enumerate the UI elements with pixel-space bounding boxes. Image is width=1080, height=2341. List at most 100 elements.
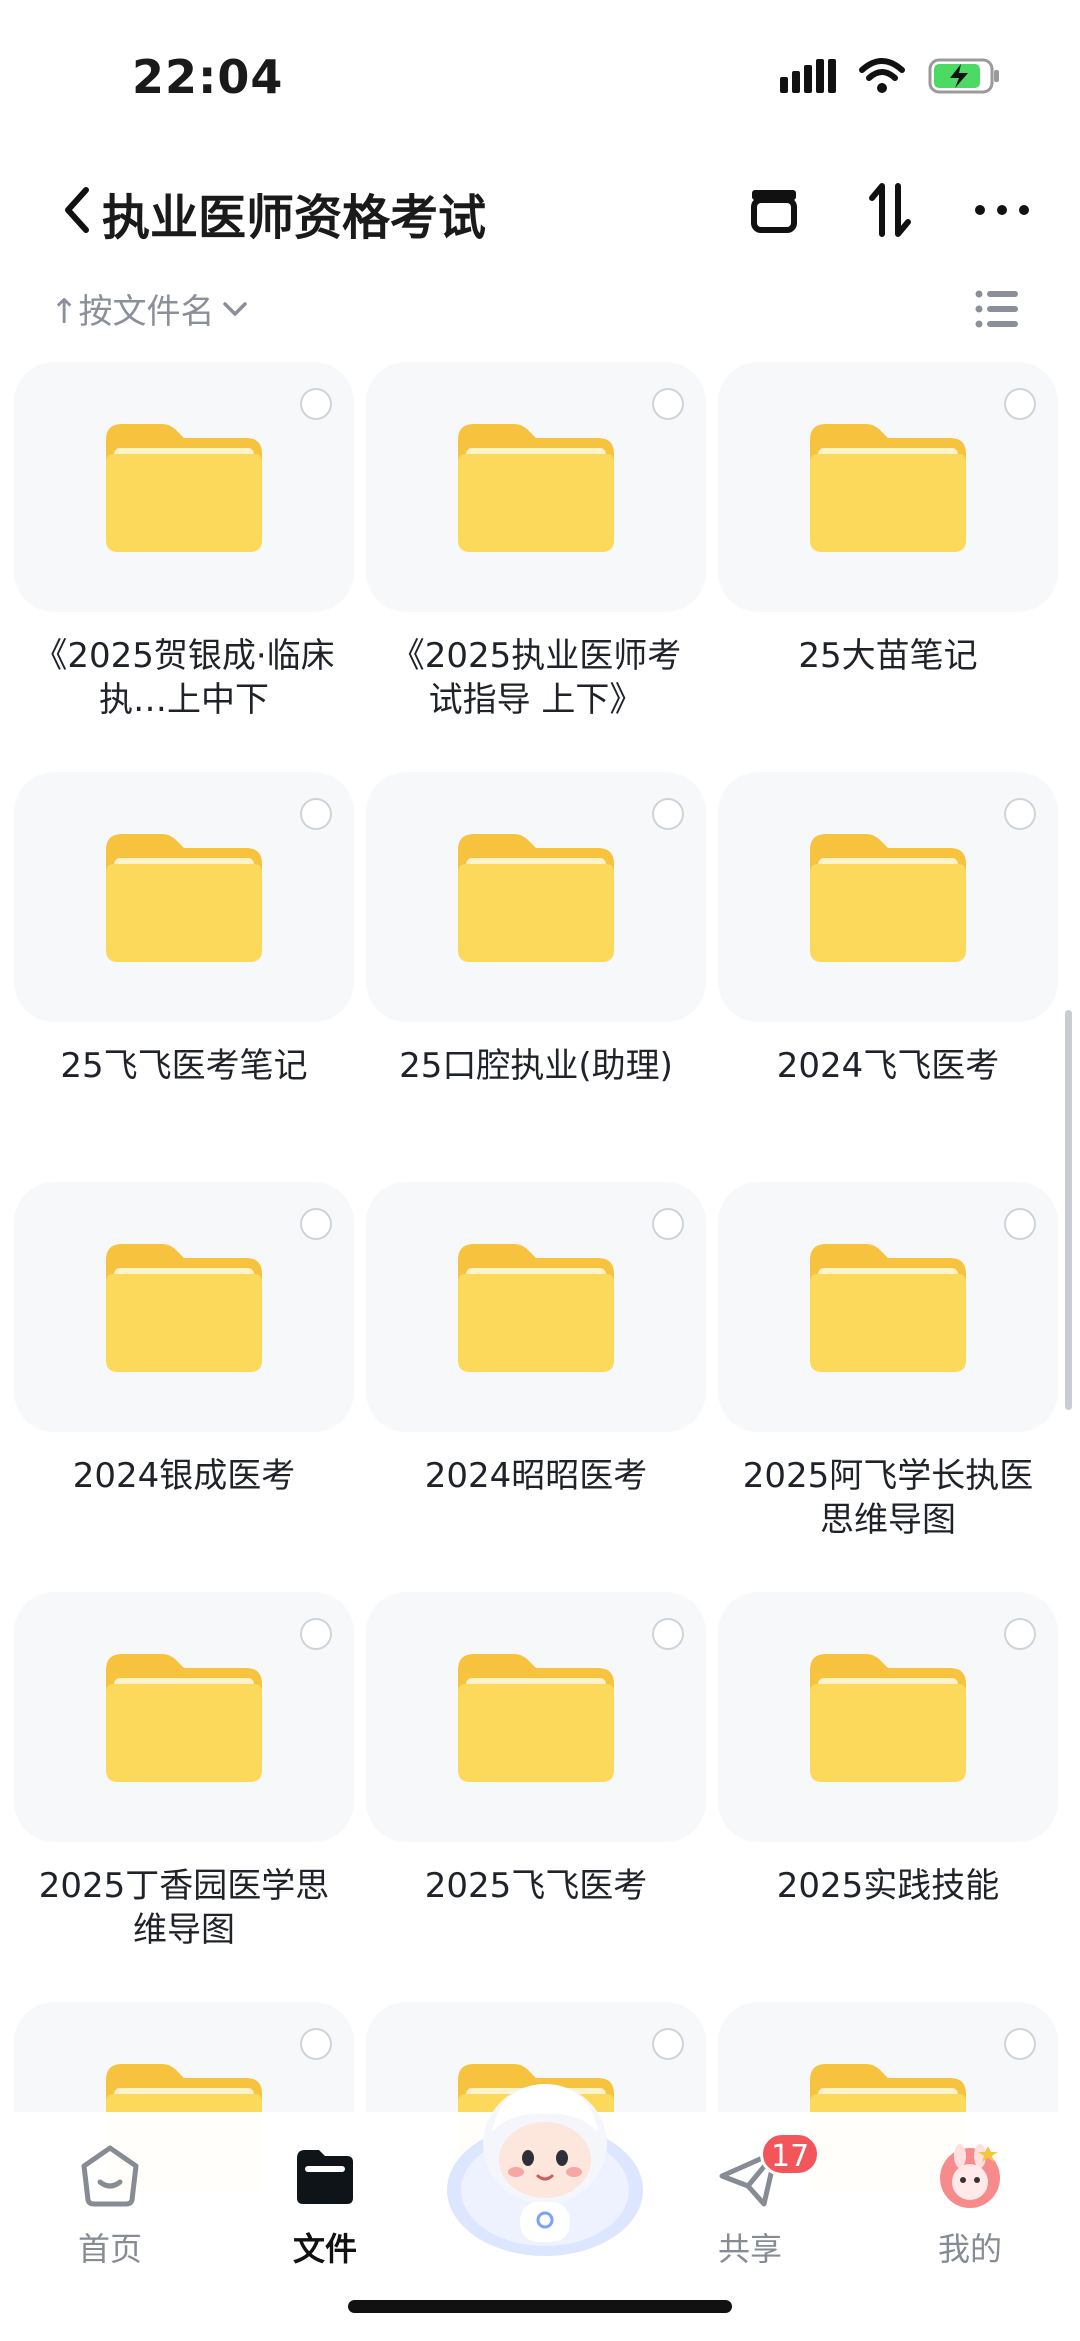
folder-card[interactable] bbox=[366, 1182, 706, 1432]
select-checkbox[interactable] bbox=[1004, 798, 1036, 830]
status-icons bbox=[780, 58, 1000, 94]
home-indicator bbox=[348, 2300, 732, 2313]
folder-card[interactable] bbox=[14, 362, 354, 612]
more-button[interactable] bbox=[966, 174, 1038, 246]
sort-by-filename-button[interactable]: ↑按文件名 bbox=[50, 284, 249, 333]
folder-name: 25飞飞医考笔记 bbox=[60, 1046, 308, 1086]
folder-card[interactable] bbox=[718, 362, 1058, 612]
tab-files[interactable]: 文件 bbox=[255, 2132, 395, 2268]
select-checkbox[interactable] bbox=[300, 798, 332, 830]
chevron-left-icon bbox=[65, 187, 89, 233]
folder-name: 2025飞飞医考 bbox=[424, 1866, 648, 1906]
share-badge: 17 bbox=[760, 2132, 821, 2176]
folder-item[interactable]: 2024昭昭医考 bbox=[366, 1182, 706, 1562]
sort-row: ↑按文件名 bbox=[0, 280, 1080, 340]
home-icon bbox=[81, 2145, 139, 2207]
scrollbar[interactable] bbox=[1065, 1010, 1072, 1410]
select-checkbox[interactable] bbox=[300, 1208, 332, 1240]
tab-home[interactable]: 首页 bbox=[40, 2132, 180, 2268]
tab-mine-label: 我的 bbox=[937, 2230, 1002, 2268]
view-toggle-button[interactable] bbox=[974, 286, 1020, 332]
folder-item[interactable]: 2025阿飞学长执医思维导图 bbox=[718, 1182, 1058, 1562]
folder-card[interactable] bbox=[366, 362, 706, 612]
back-button[interactable] bbox=[58, 182, 98, 238]
folder-card[interactable] bbox=[366, 772, 706, 1022]
sort-label: ↑按文件名 bbox=[50, 292, 215, 332]
select-checkbox[interactable] bbox=[1004, 1618, 1036, 1650]
select-checkbox[interactable] bbox=[652, 2028, 684, 2060]
folder-icon bbox=[106, 424, 262, 552]
folder-icon bbox=[297, 2150, 353, 2204]
select-checkbox[interactable] bbox=[652, 388, 684, 420]
status-bar: 22:04 bbox=[0, 0, 1080, 150]
folder-card[interactable] bbox=[14, 1592, 354, 1842]
folder-icon bbox=[458, 834, 614, 962]
folder-icon bbox=[810, 424, 966, 552]
folder-icon bbox=[106, 834, 262, 962]
folder-card[interactable] bbox=[14, 772, 354, 1022]
folder-card[interactable] bbox=[718, 772, 1058, 1022]
sort-transfer-button[interactable] bbox=[854, 174, 926, 246]
battery-charging-icon bbox=[928, 58, 999, 94]
folder-item[interactable]: 25大苗笔记 bbox=[718, 362, 1058, 742]
folder-icon bbox=[106, 1244, 262, 1372]
folder-name: 《2025执业医师考试指导 上下》 bbox=[390, 636, 682, 720]
signal-icon bbox=[780, 59, 836, 93]
folder-icon bbox=[106, 1654, 262, 1782]
folder-item[interactable]: 《2025执业医师考试指导 上下》 bbox=[366, 362, 706, 742]
folder-item[interactable]: 2025实践技能 bbox=[718, 1592, 1058, 1972]
folder-name: 2025丁香园医学思维导图 bbox=[38, 1866, 330, 1950]
file-browser-screen: 22:04 执业医师资格考试 ↑按文件名 《2025贺银成·临床执…上中下 《2… bbox=[0, 0, 1080, 2341]
folder-name: 25口腔执业(助理) bbox=[399, 1046, 673, 1086]
folder-name: 《2025贺银成·临床执…上中下 bbox=[33, 636, 335, 720]
folder-name: 2024昭昭医考 bbox=[424, 1456, 648, 1496]
tab-home-label: 首页 bbox=[77, 2230, 142, 2268]
folder-icon bbox=[458, 1244, 614, 1372]
select-checkbox[interactable] bbox=[652, 1618, 684, 1650]
more-icon bbox=[975, 205, 1029, 215]
sort-transfer-icon bbox=[869, 183, 911, 237]
folder-name: 2025阿飞学长执医思维导图 bbox=[742, 1456, 1034, 1540]
folder-icon bbox=[810, 1654, 966, 1782]
list-view-icon bbox=[975, 290, 1018, 328]
folder-name: 2024飞飞医考 bbox=[776, 1046, 1000, 1086]
select-checkbox[interactable] bbox=[1004, 2028, 1036, 2060]
wifi-icon bbox=[859, 58, 905, 93]
tab-share-label: 共享 bbox=[717, 2230, 782, 2268]
select-checkbox[interactable] bbox=[300, 2028, 332, 2060]
nav-bar: 执业医师资格考试 bbox=[0, 160, 1080, 260]
archive-icon bbox=[751, 190, 797, 233]
folder-card[interactable] bbox=[366, 1592, 706, 1842]
folder-name: 25大苗笔记 bbox=[798, 636, 978, 676]
folder-item[interactable]: 25口腔执业(助理) bbox=[366, 772, 706, 1152]
folder-name: 2024银成医考 bbox=[72, 1456, 296, 1496]
mascot-icon[interactable] bbox=[440, 2062, 650, 2262]
select-checkbox[interactable] bbox=[652, 798, 684, 830]
folder-card[interactable] bbox=[718, 1592, 1058, 1842]
tab-files-label: 文件 bbox=[292, 2230, 357, 2268]
folder-item[interactable]: 2024飞飞医考 bbox=[718, 772, 1058, 1152]
select-checkbox[interactable] bbox=[300, 1618, 332, 1650]
archive-button[interactable] bbox=[738, 174, 810, 246]
folder-card[interactable] bbox=[718, 1182, 1058, 1432]
folder-item[interactable]: 25飞飞医考笔记 bbox=[14, 772, 354, 1152]
folder-icon bbox=[810, 834, 966, 962]
select-checkbox[interactable] bbox=[652, 1208, 684, 1240]
folder-name: 2025实践技能 bbox=[776, 1866, 1000, 1906]
tab-share[interactable]: 17 共享 bbox=[680, 2132, 821, 2268]
select-checkbox[interactable] bbox=[300, 388, 332, 420]
status-time: 22:04 bbox=[132, 50, 284, 104]
folder-item[interactable]: 2025飞飞医考 bbox=[366, 1592, 706, 1972]
folder-icon bbox=[458, 424, 614, 552]
folder-card[interactable] bbox=[14, 1182, 354, 1432]
page-title: 执业医师资格考试 bbox=[102, 190, 487, 246]
folder-item[interactable]: 2025丁香园医学思维导图 bbox=[14, 1592, 354, 1972]
folder-item[interactable]: 《2025贺银成·临床执…上中下 bbox=[14, 362, 354, 742]
avatar-icon bbox=[940, 2144, 1000, 2208]
folder-icon bbox=[810, 1244, 966, 1372]
select-checkbox[interactable] bbox=[1004, 388, 1036, 420]
tab-mine[interactable]: 我的 bbox=[900, 2132, 1040, 2268]
folder-item[interactable]: 2024银成医考 bbox=[14, 1182, 354, 1562]
select-checkbox[interactable] bbox=[1004, 1208, 1036, 1240]
folder-icon bbox=[458, 1654, 614, 1782]
